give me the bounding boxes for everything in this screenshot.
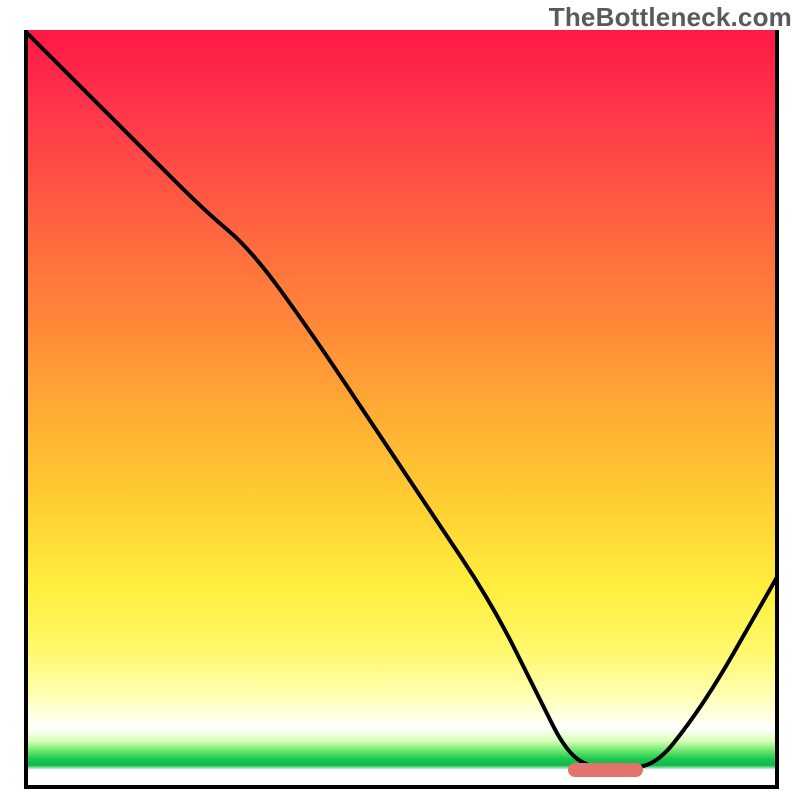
axis-bottom	[24, 785, 779, 789]
optimal-range-marker	[568, 763, 644, 777]
curve-svg	[24, 30, 779, 785]
bottleneck-curve-path	[24, 30, 779, 770]
bottleneck-chart: TheBottleneck.com	[0, 0, 800, 800]
watermark-text: TheBottleneck.com	[549, 2, 792, 33]
axis-right	[775, 30, 779, 789]
axis-left	[24, 30, 28, 785]
